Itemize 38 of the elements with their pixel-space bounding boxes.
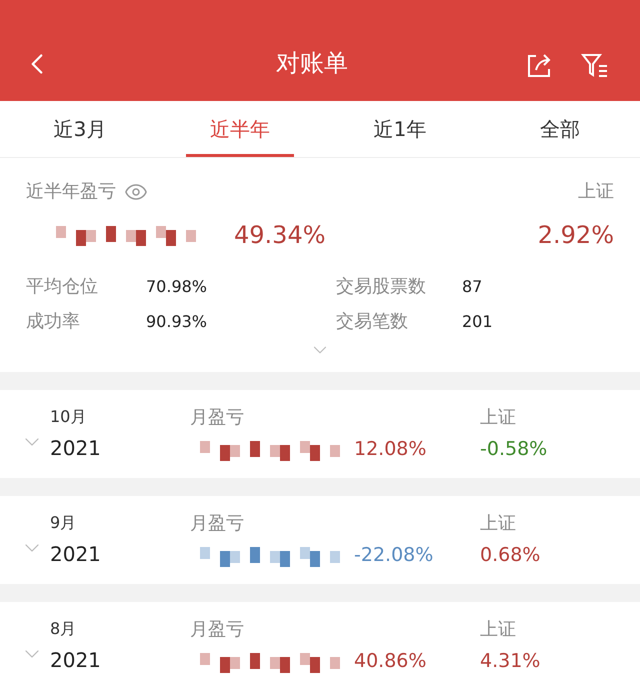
year-label: 2021 <box>50 541 102 568</box>
year-label: 2021 <box>50 647 102 674</box>
index-label: 上证 <box>578 180 614 204</box>
index-label: 上证 <box>480 512 517 536</box>
index-return: -0.58% <box>480 437 548 462</box>
month-label: 9月 <box>50 512 78 534</box>
month-card[interactable]: 8月 2021 月盈亏 40.86% 上证 4.31% <box>0 602 640 690</box>
period-tab[interactable]: 近半年 <box>160 100 320 158</box>
monthly-return: 40.86% <box>354 649 426 674</box>
period-profit-label: 近半年盈亏 <box>26 180 116 204</box>
stat-label: 交易股票数 <box>336 275 427 300</box>
stat-label: 成功率 <box>26 310 81 334</box>
index-label: 上证 <box>480 618 517 642</box>
stat-value: 201 <box>462 310 494 333</box>
monthly-return: -22.08% <box>354 543 434 568</box>
monthly-profit-label: 月盈亏 <box>190 512 245 536</box>
stat-value: 90.93% <box>146 310 208 333</box>
period-tab[interactable]: 近1年 <box>320 100 480 158</box>
index-return: 2.92% <box>538 220 614 252</box>
year-label: 2021 <box>50 435 102 462</box>
stat-value: 70.98% <box>146 276 208 298</box>
index-label: 上证 <box>480 406 517 430</box>
month-card[interactable]: 10月 2021 月盈亏 12.08% 上证 -0.58% <box>0 390 640 478</box>
stat-label: 交易笔数 <box>336 310 409 334</box>
monthly-return: 12.08% <box>354 437 426 462</box>
monthly-profit-label: 月盈亏 <box>190 406 245 430</box>
monthly-profit-label: 月盈亏 <box>190 618 245 642</box>
stat-label: 平均仓位 <box>26 275 99 300</box>
index-return: 4.31% <box>480 649 540 674</box>
month-label: 8月 <box>50 618 78 640</box>
period-return: 49.34% <box>234 220 326 252</box>
stat-value: 87 <box>462 276 484 298</box>
month-card[interactable]: 9月 2021 月盈亏 -22.08% 上证 0.68% <box>0 496 640 584</box>
index-return: 0.68% <box>480 543 540 568</box>
month-label: 10月 <box>50 406 88 428</box>
page-title: 对账单 <box>275 48 349 79</box>
period-tab[interactable]: 近3月 <box>0 100 160 158</box>
period-tab[interactable]: 全部 <box>480 100 640 158</box>
